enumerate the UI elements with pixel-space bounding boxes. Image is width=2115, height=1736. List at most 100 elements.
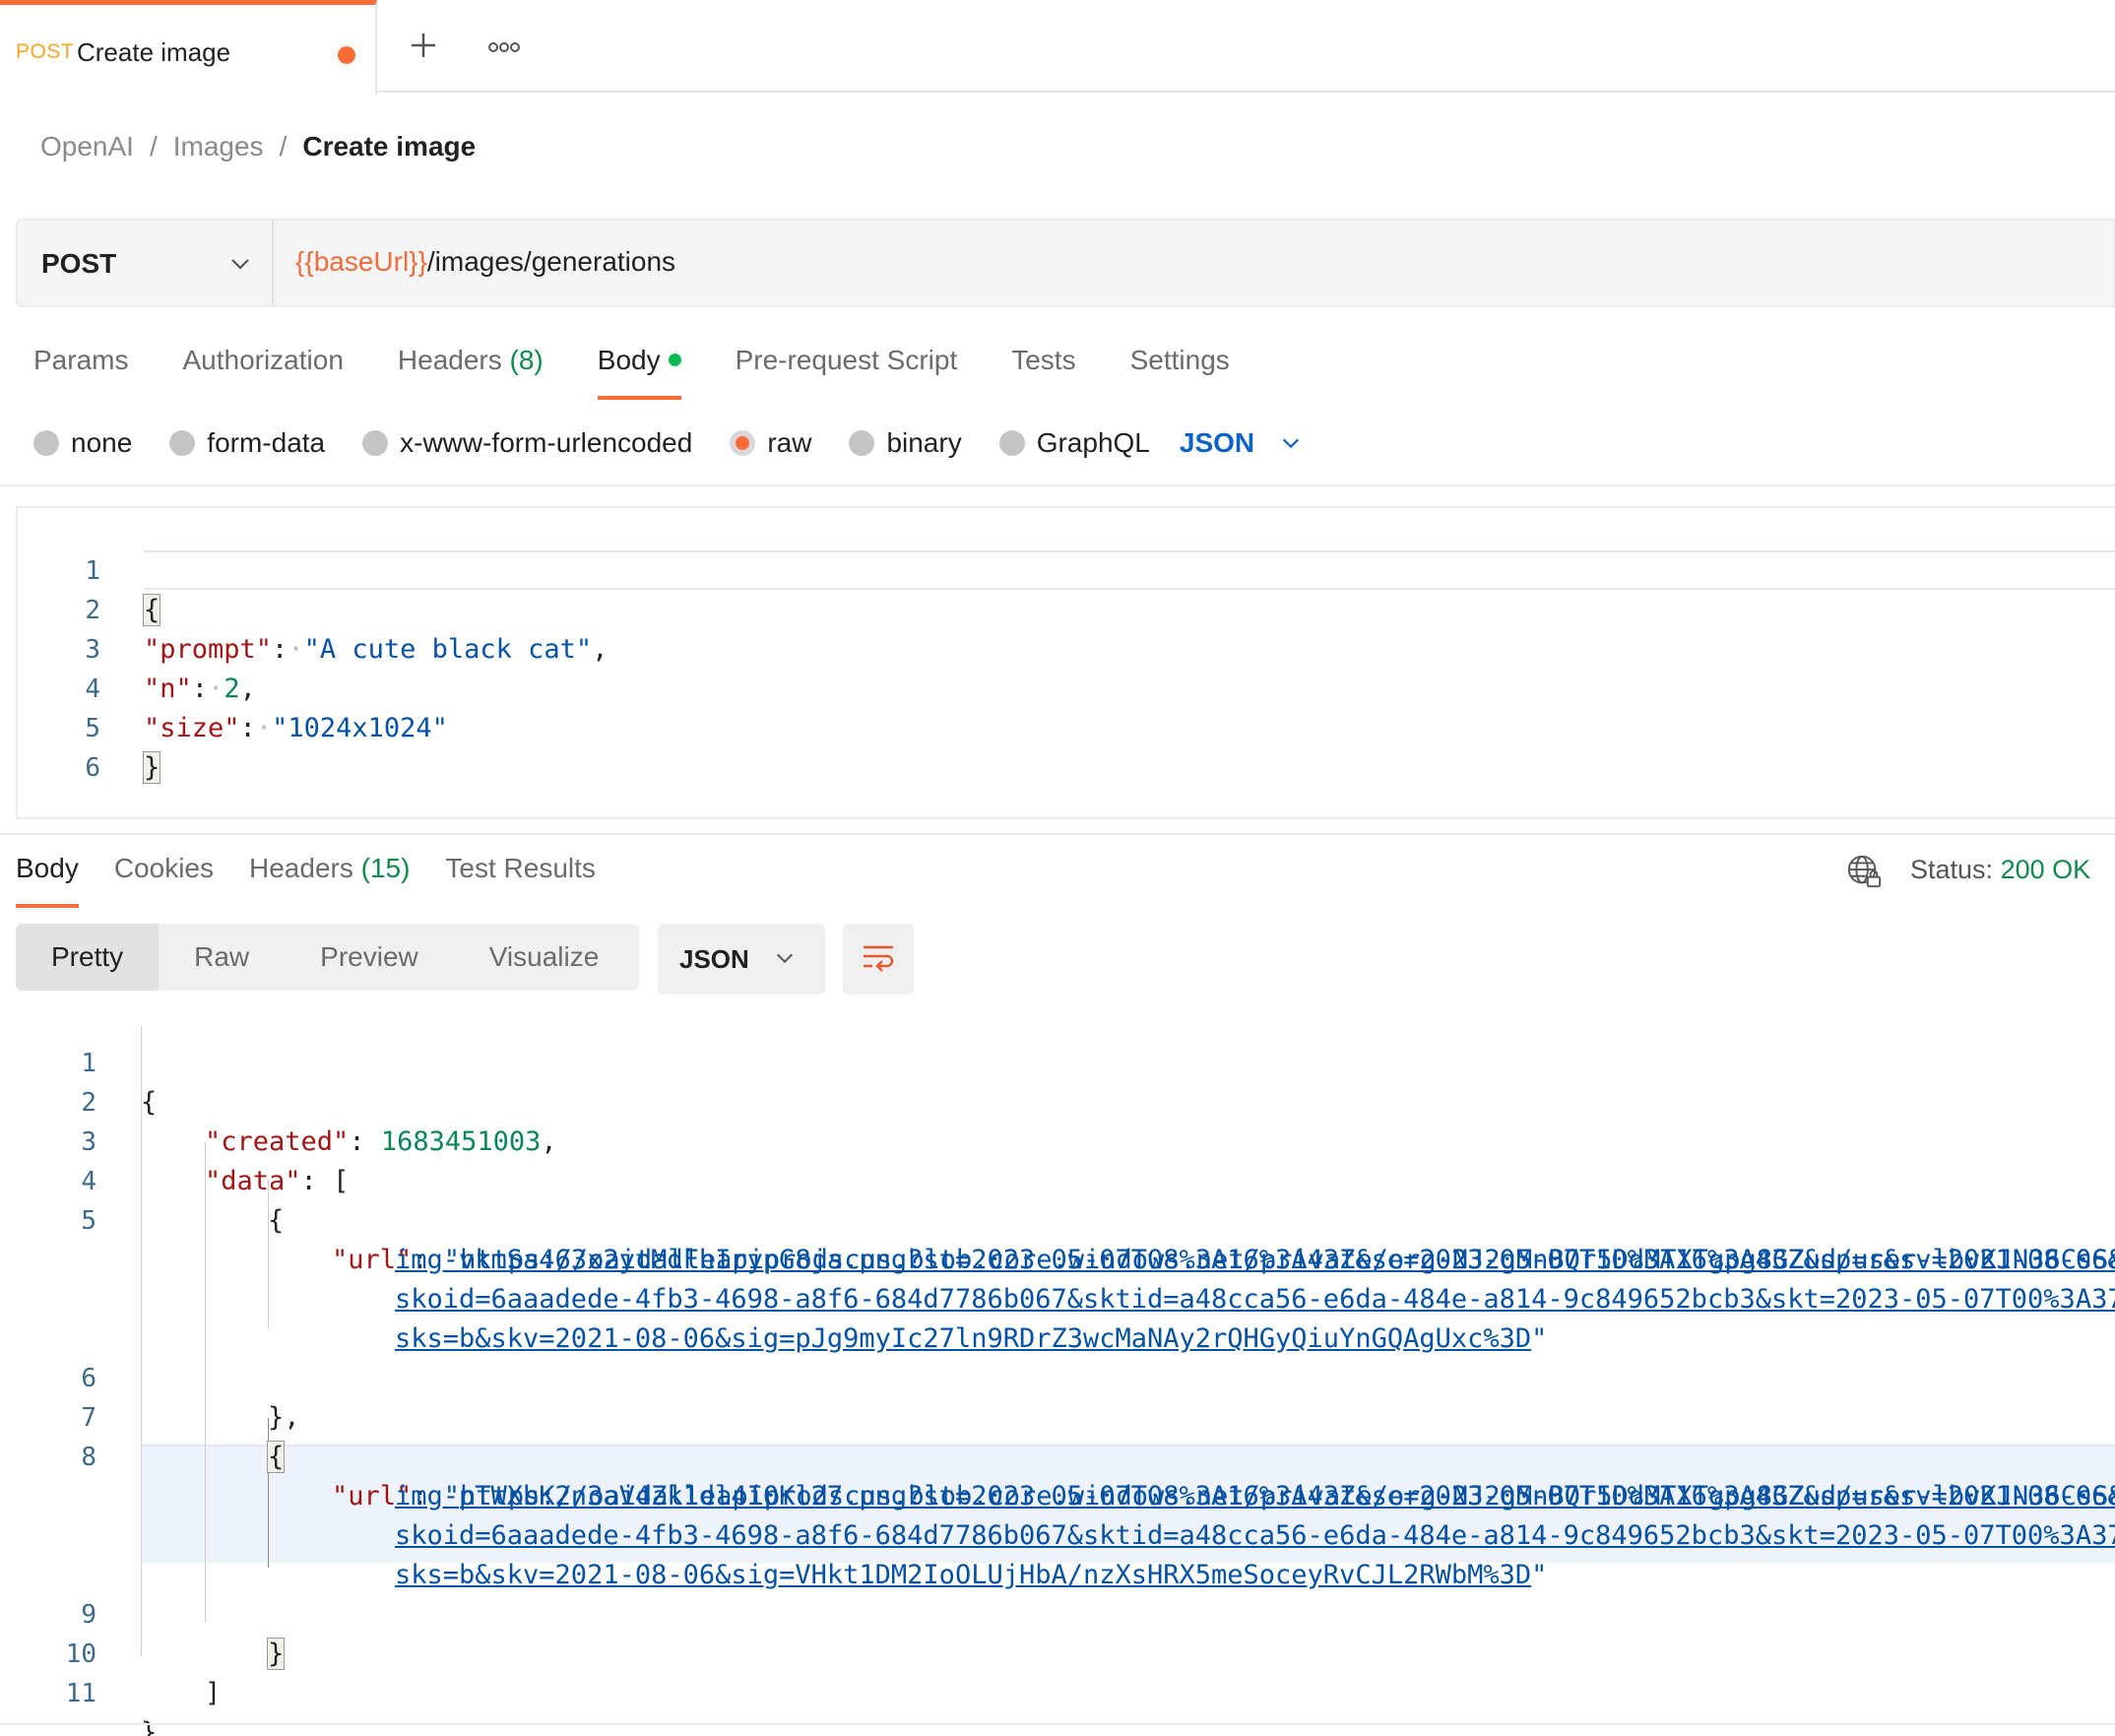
radio-button[interactable] [33,430,59,456]
status-label: Status: [1910,855,1994,884]
breadcrumb-separator: / [149,131,158,161]
code-token: } [142,751,161,784]
wrap-lines-button[interactable] [843,924,914,995]
tab-title: Create image [77,37,231,67]
tab-bar: POST Create image [0,0,2115,95]
body-type-form-data-label: form-data [207,427,326,458]
body-type-form-data[interactable]: form-data [169,427,325,459]
code-line: 3 "data": [ [0,1083,2115,1196]
radio-button[interactable] [169,430,196,456]
tab-settings-label: Settings [1129,345,1230,375]
body-type-none[interactable]: none [33,427,132,459]
breadcrumb-current[interactable]: Create image [302,131,476,162]
code-token: } [141,1717,158,1736]
chevron-down-icon [776,953,794,964]
response-tab-body[interactable]: Body [16,853,79,908]
request-tab[interactable]: POST Create image [0,0,377,95]
view-mode-visualize[interactable]: Visualize [454,924,635,991]
code-line: 5 } [18,670,2115,784]
tab-method-label: POST [16,40,75,63]
url-path: /images/generations [426,246,676,277]
code-line: 4 { [0,1123,2115,1236]
code-line: sks=b&skv=2021-08-06&sig=VHkt1DM2IoOLUjH… [395,1560,1548,1590]
tab-body[interactable]: Body [597,345,681,400]
divider [0,1723,2115,1725]
tab-tests-label: Tests [1011,345,1076,375]
request-line: POST {{baseUrl}}/images/generations [16,219,2115,307]
divider [0,484,2115,486]
code-line: skoid=6aaadede-4fb3-4698-a8f6-684d7786b0… [0,1241,2115,1315]
view-mode-pretty[interactable]: Pretty [16,924,160,991]
url-input[interactable]: {{baseUrl}}/images/generations [295,246,675,278]
response-view-modes: Pretty Raw Preview Visualize [16,924,639,991]
response-tab-headers[interactable]: Headers (15) [249,853,410,908]
breadcrumb-separator: / [279,131,288,161]
response-tab-cookies-label: Cookies [113,853,214,883]
response-tab-cookies[interactable]: Cookies [114,853,214,908]
code-line: img-vkmSa463x2ytMdFhIrypG8ja.png?st=2023… [0,1201,2115,1275]
chevron-down-icon [231,259,249,270]
code-line: 1 { [0,1004,2115,1118]
tab-settings[interactable]: Settings [1130,345,1230,400]
tab-pre-request-script[interactable]: Pre-request Script [736,345,958,400]
body-type-graphql-label: GraphQL [1036,427,1150,458]
url-variable: {{baseUrl}} [295,246,427,277]
code-line: 6 [18,709,2115,783]
response-tabs: Body Cookies Headers (15) Test Results [16,853,631,908]
response-tab-headers-count: (15) [360,853,411,883]
body-format-select[interactable]: JSON [1180,427,1302,459]
radio-button-checked[interactable] [730,430,756,456]
code-line: 6 }, [0,1319,2115,1433]
body-type-raw-label: raw [767,427,812,458]
response-status: Status: 200 OK [1910,855,2090,885]
tab-body-label: Body [597,345,661,375]
globe-lock-icon[interactable] [1845,853,1883,890]
body-type-raw[interactable]: raw [730,427,811,459]
body-type-graphql[interactable]: GraphQL [998,427,1150,459]
body-type-urlencoded[interactable]: x-www-form-urlencoded [362,427,692,459]
method-select[interactable]: POST [18,221,274,305]
code-line: 8 "url": "https://oaidalleapiprodscus.bl… [0,1398,2115,1511]
response-format-select[interactable]: JSON [658,924,825,995]
radio-button[interactable] [849,430,875,456]
body-format-label: JSON [1179,427,1255,458]
request-tabs: Params Authorization Headers (8) Body Pr… [33,345,1284,400]
more-tabs-button[interactable] [484,28,524,67]
tab-pre-request-label: Pre-request Script [735,345,958,375]
view-mode-raw[interactable]: Raw [159,924,285,991]
breadcrumb-item-images[interactable]: Images [173,131,264,162]
wrap-lines-icon [864,945,894,972]
new-tab-button[interactable] [404,26,443,65]
tab-authorization[interactable]: Authorization [182,345,343,400]
more-icon [488,42,520,52]
code-line: 9 } [0,1556,2115,1670]
response-tab-body-label: Body [16,853,79,883]
response-body-viewer[interactable]: 1 { 2 "created": 1683451003, 3 "data": [… [0,1004,2115,1736]
code-token: ] [205,1678,222,1708]
code-line: skoid=6aaadede-4fb3-4698-a8f6-684d7786b0… [0,1477,2115,1551]
tab-tests[interactable]: Tests [1011,345,1075,400]
radio-button[interactable] [362,430,389,456]
divider [0,833,2115,835]
code-line: sks=b&skv=2021-08-06&sig=pJg9myIc27ln9RD… [395,1323,1548,1354]
tab-headers-label: Headers [397,345,502,375]
line-number: 6 [85,753,100,783]
response-tab-test-results[interactable]: Test Results [445,853,596,908]
code-line: 4 "size":·"1024x1024" [18,630,2115,743]
code-line: 5 "url": "https://oaidalleapiprodscus.bl… [0,1162,2115,1275]
breadcrumb: OpenAI / Images / Create image [40,131,476,162]
tab-headers[interactable]: Headers (8) [398,345,544,400]
body-type-binary[interactable]: binary [849,427,962,459]
tab-headers-count: (8) [509,345,544,375]
status-badge[interactable]: 200 OK [2001,855,2091,884]
body-type-selector: none form-data x-www-form-urlencoded raw… [33,423,1302,463]
code-line: 3 "n":·2, [18,591,2115,704]
radio-button[interactable] [998,430,1025,456]
chevron-down-icon [1283,438,1300,449]
tab-params[interactable]: Params [33,345,128,400]
breadcrumb-item-openai[interactable]: OpenAI [40,131,134,162]
request-body-editor[interactable]: 1 { 2 "prompt":·"A cute black cat", 3 "n… [16,506,2115,819]
plus-icon [412,33,435,57]
body-type-binary-label: binary [886,427,962,458]
view-mode-preview[interactable]: Preview [285,924,454,991]
